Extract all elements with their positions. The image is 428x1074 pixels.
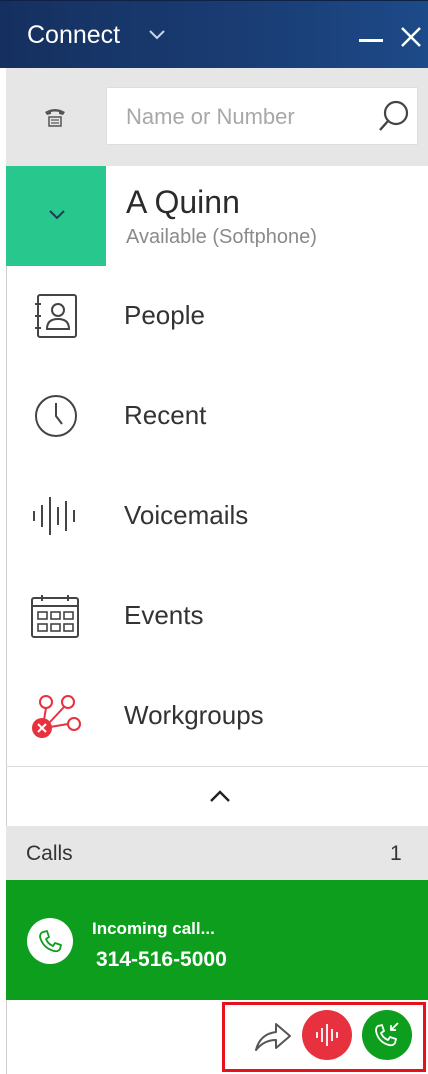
nav-item-label: Voicemails — [124, 500, 249, 530]
calendar-icon — [31, 595, 79, 638]
calls-count: 1 — [390, 842, 402, 865]
telephone-icon[interactable] — [42, 104, 68, 130]
status-toggle-button[interactable] — [6, 166, 106, 266]
clock-icon — [35, 395, 77, 437]
chevron-down-icon[interactable] — [148, 27, 166, 41]
calls-header-label: Calls — [26, 842, 73, 865]
voicemail-waveform-icon — [316, 1024, 338, 1046]
forward-arrow-icon[interactable] — [252, 1014, 294, 1056]
nav-item-label: Workgroups — [124, 700, 264, 730]
nav-item-workgroups[interactable]: Workgroups — [6, 666, 428, 766]
user-status[interactable]: Available (Softphone) — [126, 226, 317, 249]
answer-call-icon — [375, 1022, 399, 1047]
user-name: A Quinn — [126, 184, 240, 220]
phone-icon — [27, 918, 73, 964]
nav-item-label: Recent — [124, 400, 207, 430]
send-to-voicemail-button[interactable] — [302, 1010, 352, 1060]
chevron-up-icon[interactable] — [205, 784, 235, 808]
contacts-book-icon — [35, 294, 77, 338]
nav-item-voicemails[interactable]: Voicemails — [6, 466, 428, 566]
search-icon[interactable] — [377, 99, 411, 133]
chevron-down-icon — [49, 210, 65, 220]
answer-call-button[interactable] — [362, 1010, 412, 1060]
app-title[interactable]: Connect — [27, 21, 120, 50]
nav-item-label: People — [124, 300, 205, 330]
nav-item-people[interactable]: People — [6, 266, 428, 366]
nav-item-recent[interactable]: Recent — [6, 366, 428, 466]
close-icon[interactable] — [399, 25, 423, 49]
minimize-icon[interactable] — [358, 26, 384, 46]
nav-item-events[interactable]: Events — [6, 566, 428, 666]
nav-item-label: Events — [124, 600, 204, 630]
divider — [6, 766, 428, 767]
call-status: Incoming call... — [92, 919, 215, 938]
call-number: 314-516-5000 — [96, 948, 227, 971]
voicemail-waveform-icon — [33, 497, 75, 535]
workgroups-icon — [32, 695, 81, 738]
search-input[interactable] — [126, 100, 366, 134]
